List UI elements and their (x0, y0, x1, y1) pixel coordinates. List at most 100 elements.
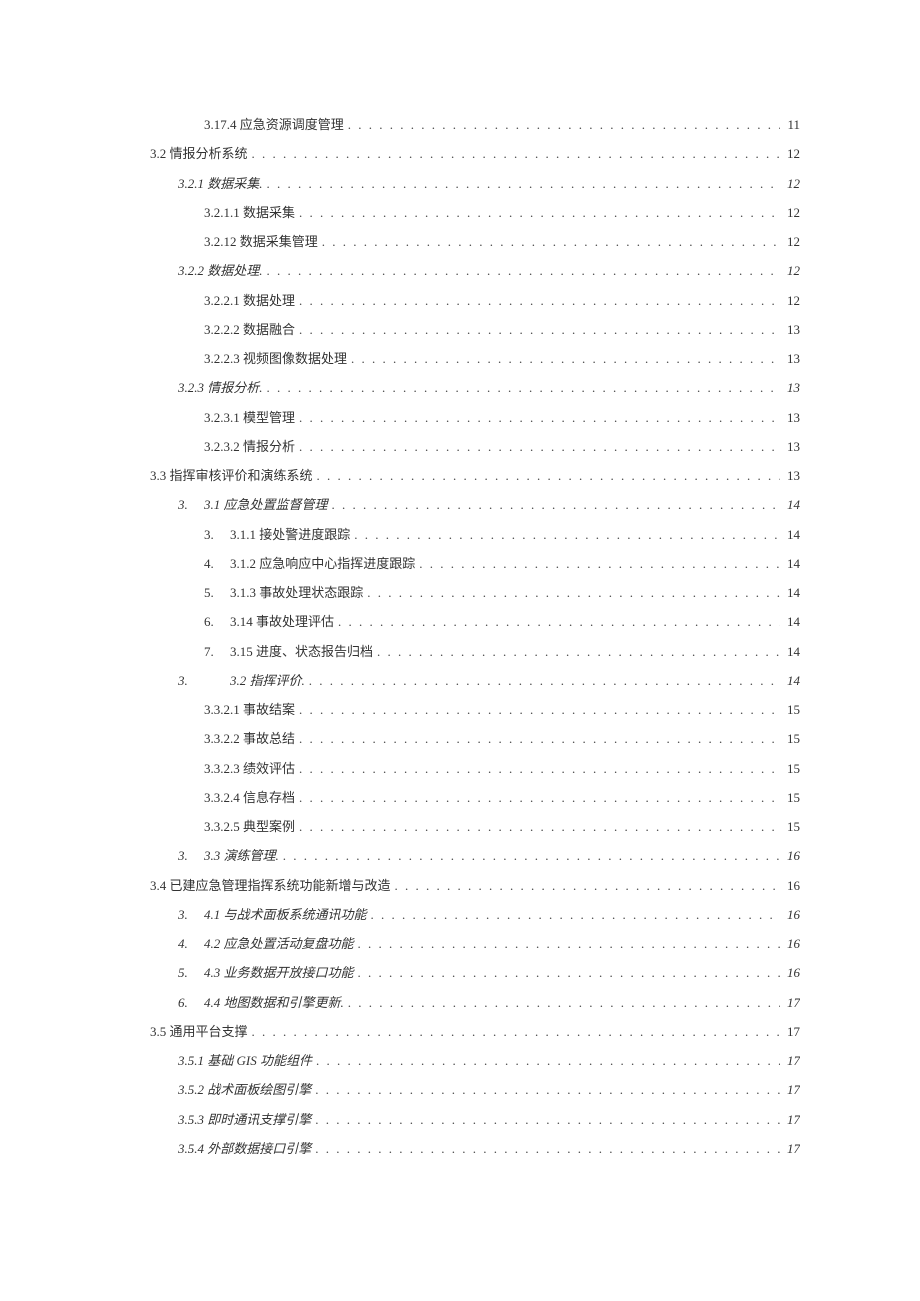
toc-entry[interactable]: 3.5.4 外部数据接口引擎17 (150, 1134, 800, 1163)
toc-page-number: 15 (780, 724, 800, 753)
toc-label: 3.3.2.3 绩效评估 (204, 754, 295, 783)
toc-entry[interactable]: 3.2.2.3 视频图像数据处理13 (150, 344, 800, 373)
toc-label: 6.4.4 地图数据和引擎更新. (178, 988, 344, 1017)
toc-list-number: 3. (178, 841, 204, 870)
toc-entry[interactable]: 3.2 情报分析系统12 (150, 139, 800, 168)
toc-leader-dots (415, 549, 780, 578)
toc-page-number: 17 (780, 988, 800, 1017)
toc-list-number: 5. (178, 958, 204, 987)
toc-label: 7.3.15 进度、状态报告归档 (204, 637, 373, 666)
toc-page-number: 14 (780, 520, 800, 549)
toc-page-number: 12 (780, 286, 800, 315)
toc-leader-dots (391, 871, 780, 900)
toc-page-number: 11 (780, 110, 800, 139)
toc-leader-dots (354, 929, 780, 958)
toc-entry[interactable]: 3.17.4 应急资源调度管理 11 (150, 110, 800, 139)
toc-page-number: 16 (780, 871, 800, 900)
toc-entry[interactable]: 4.3.1.2 应急响应中心指挥进度跟踪14 (150, 549, 800, 578)
toc-label: 3.17.4 应急资源调度管理 (204, 110, 344, 139)
toc-label: 5.4.3 业务数据开放接口功能 (178, 958, 354, 987)
toc-entry[interactable]: 3.2.3.2 情报分析13 (150, 432, 800, 461)
toc-entry[interactable]: 6.3.14 事故处理评估14 (150, 607, 800, 636)
toc-label: 3.3.2.4 信息存档 (204, 783, 295, 812)
toc-page-number: 17 (780, 1105, 800, 1134)
toc-list-number: 3. (204, 520, 230, 549)
toc-label: 3.2.2.1 数据处理 (204, 286, 295, 315)
toc-entry[interactable]: 3.3.3 演练管理. 16 (150, 841, 800, 870)
toc-page-number: 16 (780, 929, 800, 958)
toc-page-number: 16 (780, 841, 800, 870)
toc-entry[interactable]: 3.3.2.1 事故结案15 (150, 695, 800, 724)
toc-entry[interactable]: 5.3.1.3 事故处理状态跟踪14 (150, 578, 800, 607)
toc-page-number: 16 (780, 958, 800, 987)
toc-entry[interactable]: 4.4.2 应急处置活动复盘功能 16 (150, 929, 800, 958)
toc-leader-dots (295, 198, 780, 227)
toc-leader-dots (263, 373, 780, 402)
toc-label: 3.3.3 演练管理. (178, 841, 279, 870)
toc-entry[interactable]: 3.2.2.2 数据融合13 (150, 315, 800, 344)
toc-entry[interactable]: 3.4 已建应急管理指挥系统功能新增与改造 16 (150, 871, 800, 900)
toc-entry[interactable]: 3.5.3 即时通讯支撑引擎17 (150, 1105, 800, 1134)
toc-page-number: 14 (780, 549, 800, 578)
toc-label: 3.4 已建应急管理指挥系统功能新增与改造 (150, 871, 391, 900)
toc-page-number: 16 (780, 900, 800, 929)
toc-label: 3.4.1 与战术面板系统通讯功能 (178, 900, 367, 929)
toc-entry[interactable]: 3.2.2 数据处理.12 (150, 256, 800, 285)
toc-label: 3.3.1.1 接处警进度跟踪 (204, 520, 350, 549)
toc-entry[interactable]: 3.3.2 指挥评价. 14 (150, 666, 800, 695)
toc-leader-dots (354, 958, 780, 987)
toc-leader-dots (295, 812, 780, 841)
toc-entry[interactable]: 7.3.15 进度、状态报告归档 14 (150, 637, 800, 666)
toc-label: 3.3.2.2 事故总结 (204, 724, 295, 753)
toc-page-number: 13 (780, 344, 800, 373)
toc-leader-dots (263, 256, 780, 285)
toc-label: 3.2.1.1 数据采集 (204, 198, 295, 227)
toc-entry[interactable]: 3.3.2.3 绩效评估15 (150, 754, 800, 783)
toc-label: 3.2.12 数据采集管理 (204, 227, 318, 256)
toc-page-number: 13 (780, 461, 800, 490)
toc-label: 3.5.4 外部数据接口引擎 (178, 1134, 311, 1163)
toc-leader-dots (295, 403, 780, 432)
toc-leader-dots (312, 1046, 780, 1075)
toc-label: 3.2.3.1 模型管理 (204, 403, 295, 432)
toc-label: 3.2.3 情报分析. (178, 373, 263, 402)
toc-label: 6.3.14 事故处理评估 (204, 607, 334, 636)
toc-entry[interactable]: 3.5.2 战术面板绘图引擎17 (150, 1075, 800, 1104)
toc-list-number: 3. (178, 666, 204, 695)
toc-entry[interactable]: 3.2.2.1 数据处理 12 (150, 286, 800, 315)
toc-label: 4.4.2 应急处置活动复盘功能 (178, 929, 354, 958)
toc-entry[interactable]: 6.4.4 地图数据和引擎更新. 17 (150, 988, 800, 1017)
toc-entry[interactable]: 3.2.1 数据采集.12 (150, 169, 800, 198)
toc-label: 3.3.2 指挥评价. (178, 666, 305, 695)
toc-entry[interactable]: 3.5.1 基础 GIS 功能组件17 (150, 1046, 800, 1075)
toc-entry[interactable]: 3.3.2.4 信息存档 15 (150, 783, 800, 812)
toc-entry[interactable]: 3.2.3.1 模型管理13 (150, 403, 800, 432)
toc-label: 3.3.2.1 事故结案 (204, 695, 295, 724)
toc-page-number: 13 (780, 373, 800, 402)
toc-page-number: 14 (780, 637, 800, 666)
toc-page-number: 13 (780, 315, 800, 344)
toc-entry[interactable]: 3.3.2.5 典型案例15 (150, 812, 800, 841)
toc-entry[interactable]: 3.3.1 应急处置监督管理14 (150, 490, 800, 519)
toc-leader-dots (350, 520, 780, 549)
toc-leader-dots (367, 900, 780, 929)
toc-page-number: 14 (780, 666, 800, 695)
toc-entry[interactable]: 3.2.12 数据采集管理12 (150, 227, 800, 256)
toc-entry[interactable]: 3.4.1 与战术面板系统通讯功能 16 (150, 900, 800, 929)
toc-entry[interactable]: 3.3.2.2 事故总结 15 (150, 724, 800, 753)
toc-label: 3.2 情报分析系统 (150, 139, 248, 168)
toc-entry[interactable]: 3.2.3 情报分析. 13 (150, 373, 800, 402)
toc-entry[interactable]: 3.5 通用平台支撑17 (150, 1017, 800, 1046)
toc-entry[interactable]: 3.3 指挥审核评价和演练系统13 (150, 461, 800, 490)
toc-entry[interactable]: 3.3.1.1 接处警进度跟踪 14 (150, 520, 800, 549)
toc-entry[interactable]: 5.4.3 业务数据开放接口功能 16 (150, 958, 800, 987)
toc-leader-dots (318, 227, 780, 256)
toc-list-number: 3. (178, 490, 204, 519)
toc-leader-dots (363, 578, 780, 607)
toc-page-number: 15 (780, 783, 800, 812)
toc-page-number: 14 (780, 490, 800, 519)
toc-list-number: 6. (204, 607, 230, 636)
toc-label: 3.2.1 数据采集. (178, 169, 263, 198)
toc-leader-dots (334, 607, 780, 636)
toc-entry[interactable]: 3.2.1.1 数据采集12 (150, 198, 800, 227)
